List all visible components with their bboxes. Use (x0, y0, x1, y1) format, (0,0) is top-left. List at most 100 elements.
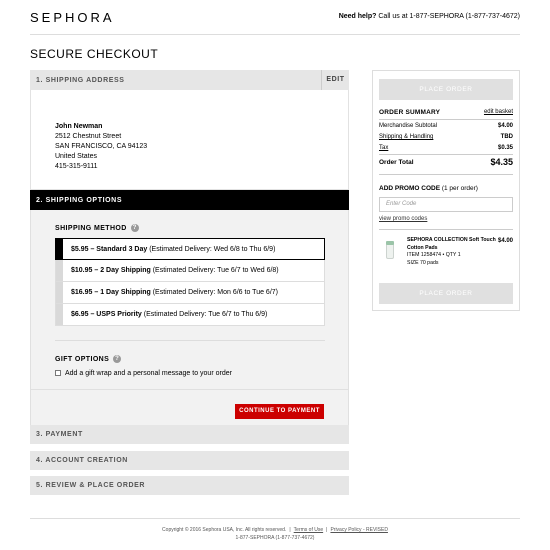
shipping-option-text: $16.95 – 1 Day Shipping (Estimated Deliv… (71, 289, 278, 296)
order-total-row: Order Total $4.35 (379, 157, 513, 167)
promo-code-input[interactable]: Enter Code (379, 197, 513, 212)
site-footer: Copyright © 2016 Sephora USA, Inc. All r… (0, 526, 550, 542)
footer-phone: 1-877-SEPHORA (1-877-737-4672) (235, 535, 315, 541)
summary-divider (379, 119, 513, 120)
shipping-option-1day[interactable]: $16.95 – 1 Day Shipping (Estimated Deliv… (55, 282, 325, 304)
edit-address-button[interactable]: EDIT (321, 70, 349, 90)
view-promo-codes-link[interactable]: view promo codes (379, 216, 427, 222)
help-icon[interactable]: ? (113, 355, 122, 363)
sephora-logo[interactable]: SEPHORA (30, 10, 115, 25)
edit-basket-link[interactable]: edit basket (484, 109, 513, 115)
terms-link[interactable]: Terms of Use (294, 527, 323, 533)
step-payment-label: 3. PAYMENT (36, 431, 83, 438)
selection-indicator (56, 239, 63, 259)
address-phone: 415-315-9111 (55, 163, 98, 170)
basket-item-info: SEPHORA COLLECTION Soft Touch Cotton Pad… (407, 237, 497, 267)
product-jar-shape (386, 243, 394, 259)
row-label: Merchandise Subtotal (379, 123, 438, 129)
step-review-label: 5. REVIEW & PLACE ORDER (36, 482, 146, 489)
option-price: $5.95 – Standard 3 Day (71, 246, 148, 253)
help-text: Need help? Call us at 1-877-SEPHORA (1-8… (339, 13, 520, 20)
shipping-handling-link[interactable]: Shipping & Handling (379, 134, 433, 140)
address-street: 2512 Chestnut Street (55, 133, 122, 140)
help-phone: Call us at 1-877-SEPHORA (1-877-737-4672… (376, 13, 520, 20)
header-divider (30, 34, 520, 35)
shipping-address-title: 1. SHIPPING ADDRESS (36, 77, 125, 84)
place-order-button-top[interactable]: PLACE ORDER (379, 79, 513, 100)
section-divider (55, 340, 325, 341)
selection-indicator (56, 304, 63, 325)
separator: | (289, 527, 291, 533)
tax-link[interactable]: Tax (379, 145, 388, 151)
address-city: SAN FRANCISCO, CA 94123 (55, 143, 148, 150)
product-thumbnail[interactable] (383, 239, 397, 261)
option-price: $6.95 – USPS Priority (71, 311, 142, 318)
option-delivery: (Estimated Delivery: Mon 6/6 to Tue 6/7) (150, 289, 278, 296)
gift-wrap-checkbox[interactable] (55, 370, 61, 377)
address-block: John Newman 2512 Chestnut Street SAN FRA… (55, 122, 147, 172)
item-price: $4.00 (497, 238, 513, 244)
promo-title-label: ADD PROMO CODE (379, 185, 441, 192)
address-name: John Newman (55, 123, 103, 130)
shipping-option-text: $6.95 – USPS Priority (Estimated Deliver… (71, 311, 267, 318)
shipping-option-2day[interactable]: $10.95 – 2 Day Shipping (Estimated Deliv… (55, 260, 325, 282)
step-payment: 3. PAYMENT (30, 425, 349, 444)
shipping-method-label: SHIPPING METHOD (55, 224, 127, 232)
item-size: SIZE 70 pads (407, 259, 439, 266)
option-price: $10.95 – 2 Day Shipping (71, 267, 151, 274)
gift-options-label: GIFT OPTIONS (55, 355, 110, 363)
shipping-option-text: $10.95 – 2 Day Shipping (Estimated Deliv… (71, 267, 279, 274)
separator: | (326, 527, 328, 533)
page-title: SECURE CHECKOUT (30, 47, 159, 61)
privacy-link[interactable]: Privacy Policy - REVISED (330, 527, 388, 533)
shipping-options-title: 2. SHIPPING OPTIONS (36, 197, 123, 204)
continue-to-payment-button[interactable]: CONTINUE TO PAYMENT (235, 404, 324, 419)
summary-divider (379, 154, 513, 155)
shipping-option-text: $5.95 – Standard 3 Day (Estimated Delive… (71, 246, 275, 253)
shipping-options-panel: SHIPPING METHOD? $5.95 – Standard 3 Day … (30, 210, 349, 432)
gift-options-title: GIFT OPTIONS? (55, 355, 122, 363)
step-review-place-order: 5. REVIEW & PLACE ORDER (30, 476, 349, 495)
selection-indicator (56, 260, 63, 281)
checkout-steps: 1. SHIPPING ADDRESS EDIT John Newman 251… (30, 70, 349, 432)
option-delivery: (Estimated Delivery: Wed 6/8 to Thu 6/9) (147, 246, 276, 253)
address-country: United States (55, 153, 98, 160)
shipping-handling-row: Shipping & Handling TBD (379, 134, 513, 140)
promo-note: (1 per order) (440, 185, 478, 192)
gift-wrap-label: Add a gift wrap and a personal message t… (65, 370, 232, 377)
summary-divider (379, 174, 513, 175)
copyright-text: Copyright © 2016 Sephora USA, Inc. All r… (162, 527, 287, 533)
tax-row: Tax $0.35 (379, 145, 513, 151)
shipping-address-header: 1. SHIPPING ADDRESS EDIT (30, 70, 349, 90)
order-total-value: $4.35 (490, 157, 513, 167)
shipping-method-title: SHIPPING METHOD? (55, 224, 139, 232)
step-account-creation: 4. ACCOUNT CREATION (30, 451, 349, 470)
shipping-option-standard[interactable]: $5.95 – Standard 3 Day (Estimated Delive… (55, 238, 325, 260)
site-header: SEPHORA Need help? Call us at 1-877-SEPH… (0, 0, 550, 36)
order-summary-panel: PLACE ORDER ORDER SUMMARY edit basket Me… (372, 70, 520, 311)
item-name[interactable]: SEPHORA COLLECTION Soft Touch Cotton Pad… (407, 237, 497, 252)
product-cap-shape (386, 241, 394, 245)
order-summary-header: ORDER SUMMARY edit basket (379, 109, 513, 116)
shipping-option-usps[interactable]: $6.95 – USPS Priority (Estimated Deliver… (55, 304, 325, 326)
promo-code-title: ADD PROMO CODE (1 per order) (379, 185, 478, 192)
gift-wrap-option[interactable]: Add a gift wrap and a personal message t… (55, 370, 232, 377)
shipping-options-header: 2. SHIPPING OPTIONS (30, 190, 349, 210)
item-number-qty: ITEM 1258474 • QTY 1 (407, 252, 461, 258)
option-price: $16.95 – 1 Day Shipping (71, 289, 151, 296)
footer-links-line: Copyright © 2016 Sephora USA, Inc. All r… (0, 526, 550, 534)
order-summary-title: ORDER SUMMARY (379, 109, 441, 116)
help-icon[interactable]: ? (130, 224, 139, 232)
place-order-button-bottom[interactable]: PLACE ORDER (379, 283, 513, 304)
merchandise-subtotal-row: Merchandise Subtotal $4.00 (379, 123, 513, 129)
shipping-option-list: $5.95 – Standard 3 Day (Estimated Delive… (55, 238, 325, 326)
shipping-address-panel: John Newman 2512 Chestnut Street SAN FRA… (30, 90, 349, 190)
step-account-label: 4. ACCOUNT CREATION (36, 457, 128, 464)
row-value: $4.00 (497, 123, 513, 129)
row-value: TBD (500, 134, 513, 140)
option-delivery: (Estimated Delivery: Tue 6/7 to Thu 6/9) (141, 311, 268, 318)
selection-indicator (56, 282, 63, 303)
row-value: $0.35 (497, 145, 513, 151)
summary-divider (379, 229, 513, 230)
option-delivery: (Estimated Delivery: Tue 6/7 to Wed 6/8) (150, 267, 279, 274)
